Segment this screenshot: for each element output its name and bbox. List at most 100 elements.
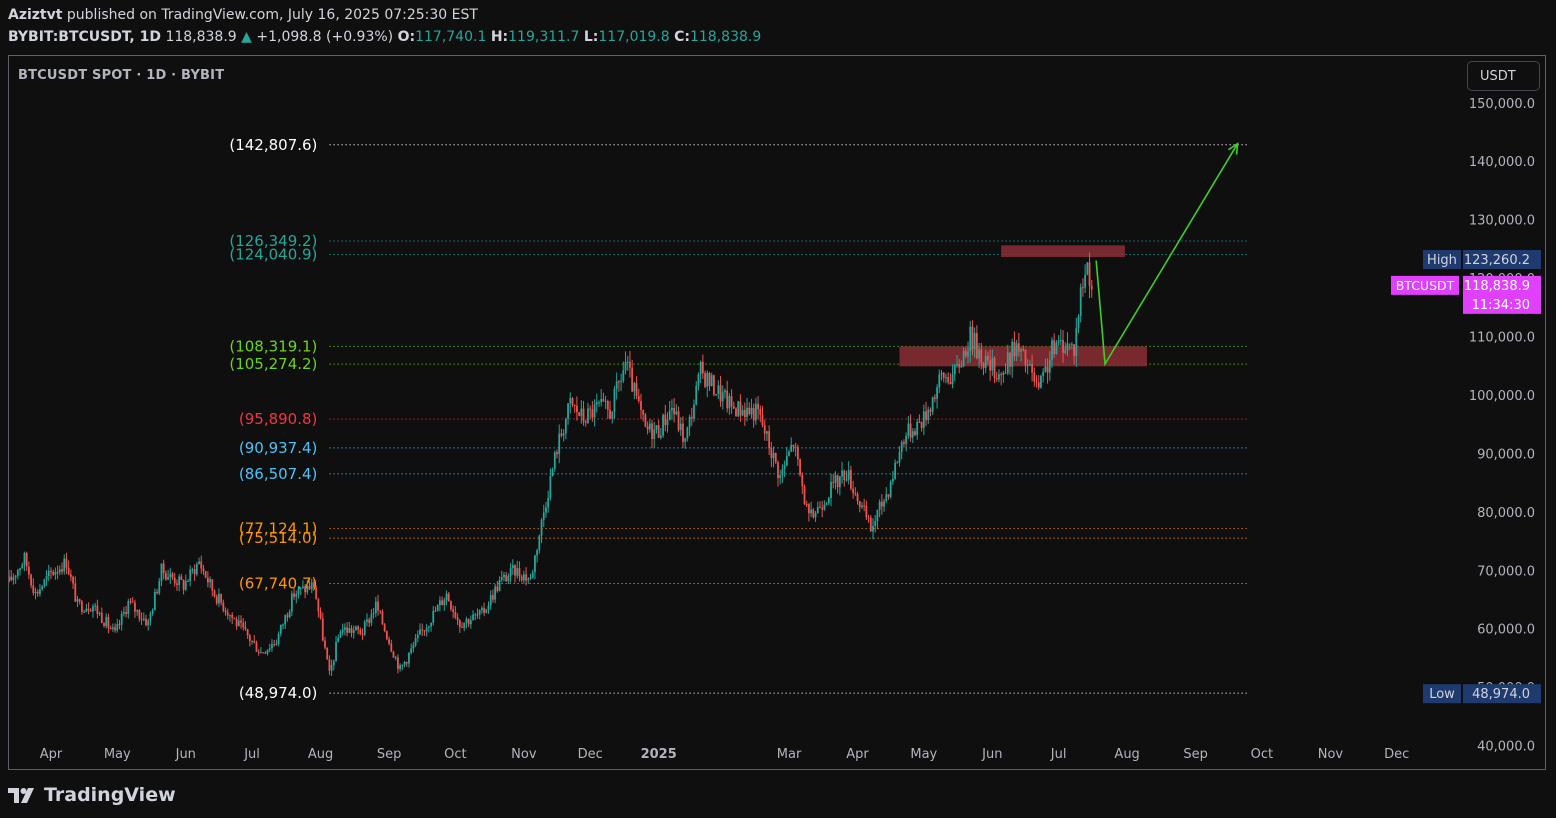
candle <box>571 397 574 408</box>
candle-body <box>580 408 583 416</box>
candle-body <box>348 628 351 633</box>
candle <box>1082 278 1084 297</box>
candle-body <box>319 611 322 619</box>
candle <box>746 397 748 422</box>
candle <box>16 568 19 580</box>
candle-body <box>169 573 172 577</box>
candle <box>288 609 291 619</box>
candle-body <box>659 435 662 438</box>
candle <box>248 633 251 647</box>
candle <box>76 595 79 608</box>
candle <box>779 469 782 485</box>
candle <box>242 618 245 631</box>
candle <box>858 500 861 513</box>
x-tick-label: Aug <box>308 747 333 762</box>
candle <box>114 623 116 633</box>
candle <box>158 577 161 596</box>
candle <box>953 364 956 382</box>
candle <box>894 459 897 481</box>
candle <box>434 606 437 612</box>
candle-body <box>569 398 572 404</box>
candle-body <box>845 479 848 481</box>
candle-body <box>920 422 923 428</box>
candle-body <box>472 614 474 621</box>
candle <box>752 403 755 428</box>
candle-body <box>783 465 786 470</box>
level-label: (90,937.4) <box>239 439 318 457</box>
candle <box>889 479 892 499</box>
candle-body <box>761 414 764 426</box>
candle-body <box>496 586 499 592</box>
candle <box>505 571 508 583</box>
candle <box>290 590 293 617</box>
candle <box>949 373 952 385</box>
candle <box>401 664 404 671</box>
candle-body <box>357 626 360 630</box>
level-label: (108,319.1) <box>229 337 317 355</box>
candle-body <box>45 576 48 580</box>
candle-body <box>1090 285 1093 290</box>
candle-body <box>918 421 921 423</box>
candle-body <box>836 475 839 488</box>
candle <box>436 604 439 612</box>
candle <box>739 394 742 422</box>
candle <box>933 394 936 403</box>
candle <box>397 654 399 674</box>
currency-button[interactable]: USDT <box>1467 61 1540 91</box>
candle-body <box>1059 340 1062 342</box>
candle <box>836 474 839 494</box>
x-tick-label: Oct <box>1251 747 1273 762</box>
candle <box>100 607 103 624</box>
candle-body <box>516 568 519 576</box>
chart-canvas[interactable]: (142,807.6)(126,349.2)(124,040.9)(108,31… <box>0 0 1556 818</box>
candle-body <box>271 644 273 649</box>
level-label: (48,974.0) <box>239 684 318 702</box>
candle-body <box>708 372 711 387</box>
candle-body <box>1042 371 1045 376</box>
candle <box>1011 338 1014 378</box>
candle-body <box>27 566 30 575</box>
candle <box>993 356 996 383</box>
candle <box>560 428 563 438</box>
candle-body <box>268 648 271 650</box>
candle-body <box>140 618 143 620</box>
candle <box>50 567 52 580</box>
candle-body <box>74 583 77 602</box>
tradingview-logo[interactable]: TradingView <box>8 784 176 806</box>
candle <box>85 603 88 613</box>
candle <box>536 548 539 563</box>
candle <box>819 501 821 509</box>
candle <box>162 559 165 580</box>
candle <box>129 598 132 605</box>
candle <box>268 643 271 653</box>
candle-body <box>880 501 883 507</box>
candle-body <box>876 509 879 522</box>
candle-body <box>264 652 267 654</box>
candle-body <box>260 652 262 654</box>
candle <box>81 599 83 615</box>
candle-body <box>958 364 961 368</box>
candle-body <box>438 600 441 605</box>
candle <box>633 381 636 400</box>
candle <box>551 467 554 477</box>
candle-body <box>202 568 205 572</box>
candle <box>123 606 125 617</box>
x-tick-label: Apr <box>846 747 869 762</box>
candle <box>145 614 147 627</box>
candle <box>545 501 547 518</box>
candle <box>487 601 490 614</box>
candle <box>408 652 410 668</box>
candle-body <box>613 388 616 412</box>
candle <box>476 608 479 619</box>
candle-body <box>277 633 280 644</box>
candle <box>58 565 61 576</box>
x-tick-label: Sep <box>377 747 402 762</box>
current-price-value: 118,838.9 <box>1464 279 1530 294</box>
candle <box>204 570 207 579</box>
candle <box>549 468 552 501</box>
candle-body <box>991 357 994 371</box>
candle-body <box>759 409 762 415</box>
candle-body <box>805 504 808 506</box>
candle <box>328 655 331 676</box>
candle-body <box>737 401 740 417</box>
